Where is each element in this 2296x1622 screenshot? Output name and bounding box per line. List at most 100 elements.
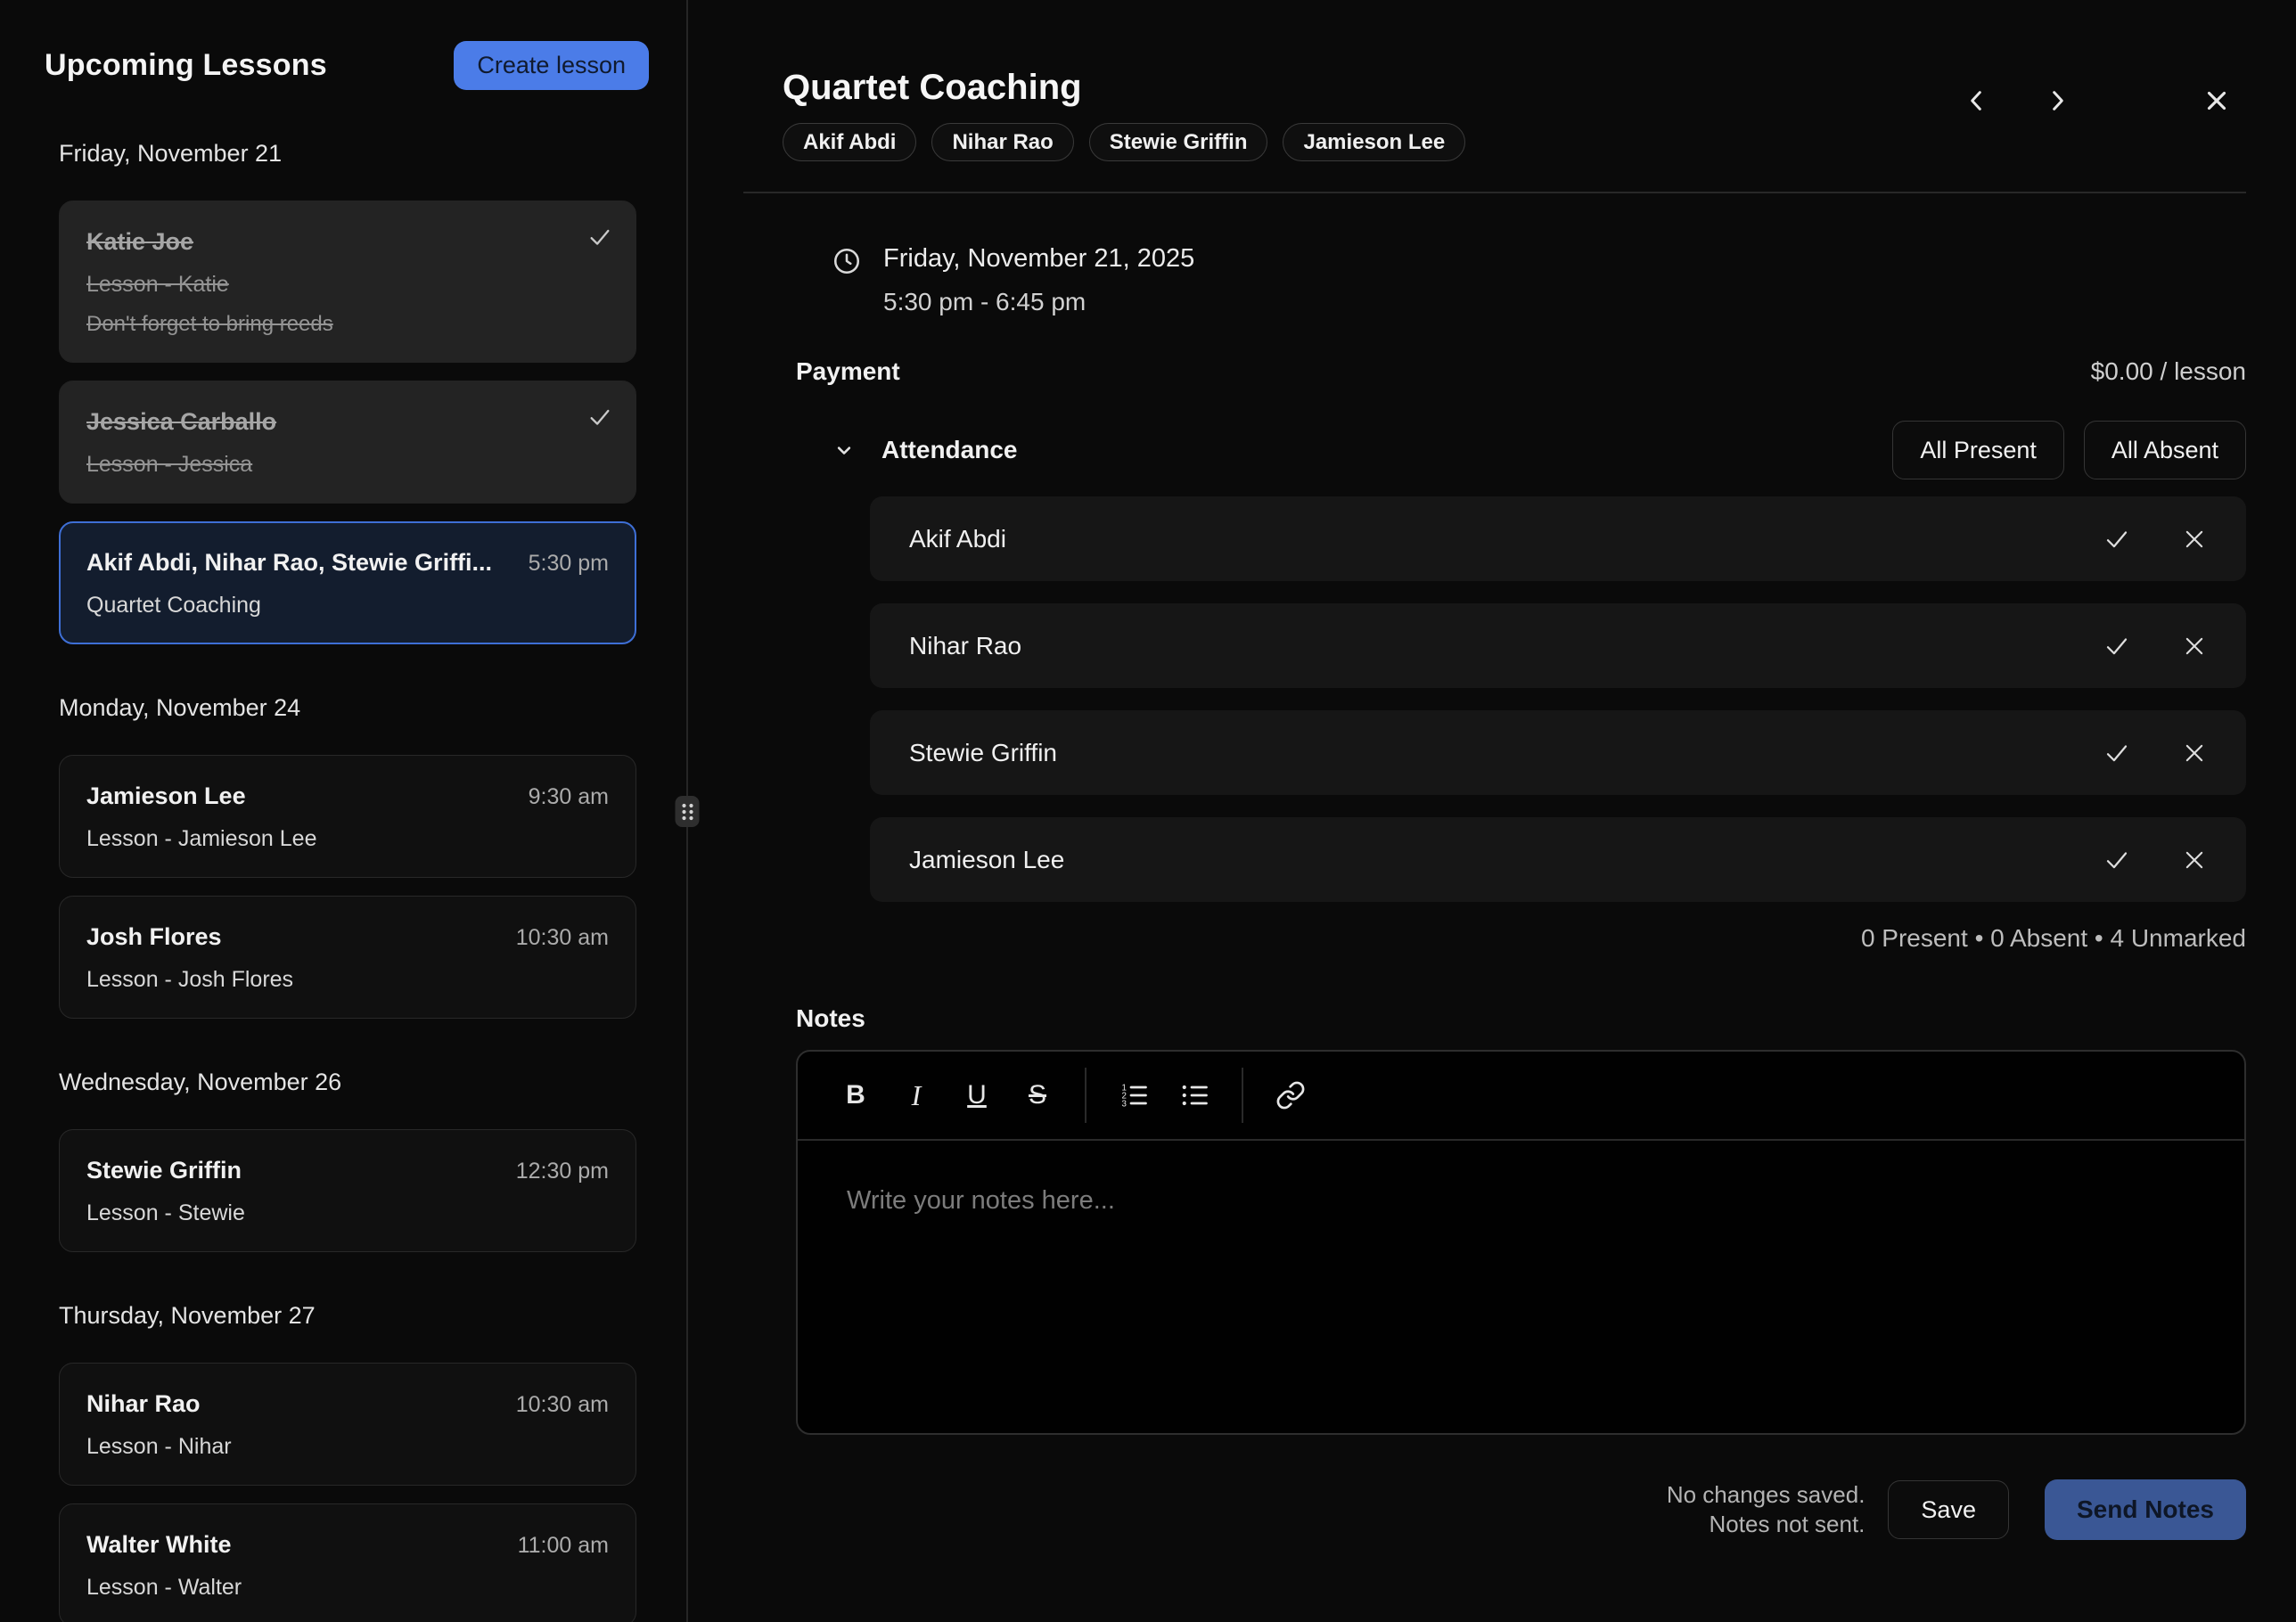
chevron-left-icon: [1963, 86, 1991, 115]
mark-absent-button[interactable]: [2182, 527, 2207, 552]
check-icon: [2103, 526, 2130, 553]
lesson-card-time: 5:30 pm: [529, 550, 609, 577]
bold-button[interactable]: B: [830, 1069, 882, 1121]
lesson-card-name: Akif Abdi, Nihar Rao, Stewie Griffi...: [86, 547, 492, 578]
notes-footer: No changes saved. Notes not sent. Save S…: [743, 1479, 2246, 1540]
bullet-list-button[interactable]: [1168, 1069, 1220, 1121]
student-chip[interactable]: Jamieson Lee: [1283, 123, 1465, 161]
lesson-card-josh[interactable]: Josh Flores 10:30 am Lesson - Josh Flore…: [59, 896, 636, 1019]
clock-icon: [832, 246, 862, 276]
notes-input[interactable]: Write your notes here...: [798, 1141, 2244, 1433]
check-icon: [2103, 847, 2130, 873]
lesson-card-subtitle: Lesson - Walter: [86, 1574, 609, 1601]
lesson-when-text: Friday, November 21, 2025 5:30 pm - 6:45…: [883, 243, 1194, 317]
student-name: Jamieson Lee: [909, 846, 1064, 874]
strikethrough-button[interactable]: S: [1012, 1069, 1063, 1121]
x-icon: [2182, 634, 2207, 659]
grip-dots-icon: [678, 800, 696, 823]
attendance-actions: [2103, 526, 2207, 553]
mark-absent-button[interactable]: [2182, 848, 2207, 872]
lesson-card-name: Walter White: [86, 1529, 232, 1560]
italic-button[interactable]: I: [890, 1069, 942, 1121]
lesson-card-katie[interactable]: Katie Joe Lesson - Katie Don't forget to…: [59, 201, 636, 363]
lesson-card-subtitle: Lesson - Stewie: [86, 1200, 609, 1226]
student-name: Stewie Griffin: [909, 739, 1057, 767]
attendance-section: Attendance All Present All Absent Akif A…: [743, 387, 2246, 954]
notes-placeholder: Write your notes here...: [847, 1185, 2195, 1216]
link-icon: [1275, 1080, 1306, 1110]
ordered-list-button[interactable]: 1 2 3: [1108, 1069, 1160, 1121]
attendance-row: Jamieson Lee: [870, 817, 2246, 902]
lesson-card-quartet-selected[interactable]: Akif Abdi, Nihar Rao, Stewie Griffi... 5…: [59, 521, 636, 644]
lesson-date: Friday, November 21, 2025: [883, 243, 1194, 274]
svg-text:3: 3: [1122, 1099, 1127, 1109]
header-nav: [1963, 86, 2232, 116]
lesson-card-stewie[interactable]: Stewie Griffin 12:30 pm Lesson - Stewie: [59, 1129, 636, 1252]
lesson-card-subtitle: Quartet Coaching: [86, 592, 609, 618]
lesson-detail-panel: Quartet Coaching Akif Abdi Nihar Rao Ste…: [688, 0, 2296, 1622]
lesson-list: Friday, November 21 Katie Joe Lesson - K…: [0, 90, 686, 1622]
mark-absent-button[interactable]: [2182, 741, 2207, 766]
lesson-card-jessica[interactable]: Jessica Carballo Lesson - Jessica: [59, 381, 636, 504]
bullet-list-icon: [1178, 1079, 1210, 1111]
create-lesson-button[interactable]: Create lesson: [454, 41, 649, 90]
student-chip[interactable]: Stewie Griffin: [1089, 123, 1268, 161]
check-icon: [2103, 633, 2130, 659]
student-name: Akif Abdi: [909, 525, 1006, 553]
chevron-down-icon[interactable]: [832, 438, 857, 463]
lesson-card-name: Katie Joe: [86, 226, 609, 257]
lesson-card-time: 10:30 am: [516, 924, 609, 951]
detail-header: Quartet Coaching Akif Abdi Nihar Rao Ste…: [743, 0, 2246, 193]
mark-present-button[interactable]: [2103, 526, 2130, 553]
send-notes-button[interactable]: Send Notes: [2045, 1479, 2246, 1540]
underline-button[interactable]: U: [951, 1069, 1003, 1121]
ordered-list-icon: 1 2 3: [1118, 1079, 1150, 1111]
lesson-time: 5:30 pm - 6:45 pm: [883, 287, 1194, 317]
completed-check-icon: [587, 405, 612, 430]
attendance-row: Nihar Rao: [870, 603, 2246, 688]
lesson-card-walter[interactable]: Walter White 11:00 am Lesson - Walter: [59, 1503, 636, 1622]
lesson-card-name: Stewie Griffin: [86, 1155, 242, 1185]
attendance-actions: [2103, 740, 2207, 766]
prev-lesson-button[interactable]: [1963, 86, 1991, 115]
attendance-row: Stewie Griffin: [870, 710, 2246, 795]
student-name: Nihar Rao: [909, 632, 1021, 660]
lesson-card-jamieson[interactable]: Jamieson Lee 9:30 am Lesson - Jamieson L…: [59, 755, 636, 878]
all-present-button[interactable]: All Present: [1892, 421, 2064, 479]
mark-present-button[interactable]: [2103, 847, 2130, 873]
mark-absent-button[interactable]: [2182, 634, 2207, 659]
completed-check-icon: [587, 225, 612, 250]
notes-toolbar: B I U S 1 2 3: [798, 1052, 2244, 1141]
lesson-card-name: Jessica Carballo: [86, 406, 609, 437]
drag-handle[interactable]: [676, 796, 700, 827]
all-absent-button[interactable]: All Absent: [2084, 421, 2246, 479]
student-chip[interactable]: Akif Abdi: [783, 123, 916, 161]
lesson-when: Friday, November 21, 2025 5:30 pm - 6:45…: [832, 243, 2246, 317]
attendance-actions: [2103, 847, 2207, 873]
attendance-actions: [2103, 633, 2207, 659]
close-button[interactable]: [2202, 86, 2232, 116]
lesson-card-subtitle: Lesson - Katie: [86, 271, 609, 298]
save-status-line1: No changes saved.: [1667, 1480, 1866, 1510]
lesson-card-note: Don't forget to bring reeds: [86, 312, 609, 337]
mark-present-button[interactable]: [2103, 740, 2130, 766]
save-status: No changes saved. Notes not sent.: [1667, 1480, 1866, 1539]
attendance-label: Attendance: [882, 436, 1017, 464]
toolbar-separator: [1242, 1068, 1243, 1123]
x-icon: [2182, 848, 2207, 872]
save-button[interactable]: Save: [1888, 1480, 2009, 1539]
link-button[interactable]: [1265, 1069, 1316, 1121]
payment-section[interactable]: Payment $0.00 / lesson: [796, 356, 2246, 387]
x-icon: [2182, 527, 2207, 552]
next-lesson-button[interactable]: [2043, 86, 2071, 115]
date-header: Wednesday, November 26: [59, 1069, 636, 1096]
toolbar-separator: [1085, 1068, 1086, 1123]
lesson-card-subtitle: Lesson - Josh Flores: [86, 966, 609, 993]
payment-rate: $0.00 / lesson: [2091, 356, 2246, 387]
mark-present-button[interactable]: [2103, 633, 2130, 659]
student-chip[interactable]: Nihar Rao: [931, 123, 1073, 161]
panel-divider[interactable]: [686, 0, 688, 1622]
notes-label: Notes: [796, 1004, 2246, 1034]
lesson-card-nihar[interactable]: Nihar Rao 10:30 am Lesson - Nihar: [59, 1363, 636, 1486]
check-icon: [2103, 740, 2130, 766]
